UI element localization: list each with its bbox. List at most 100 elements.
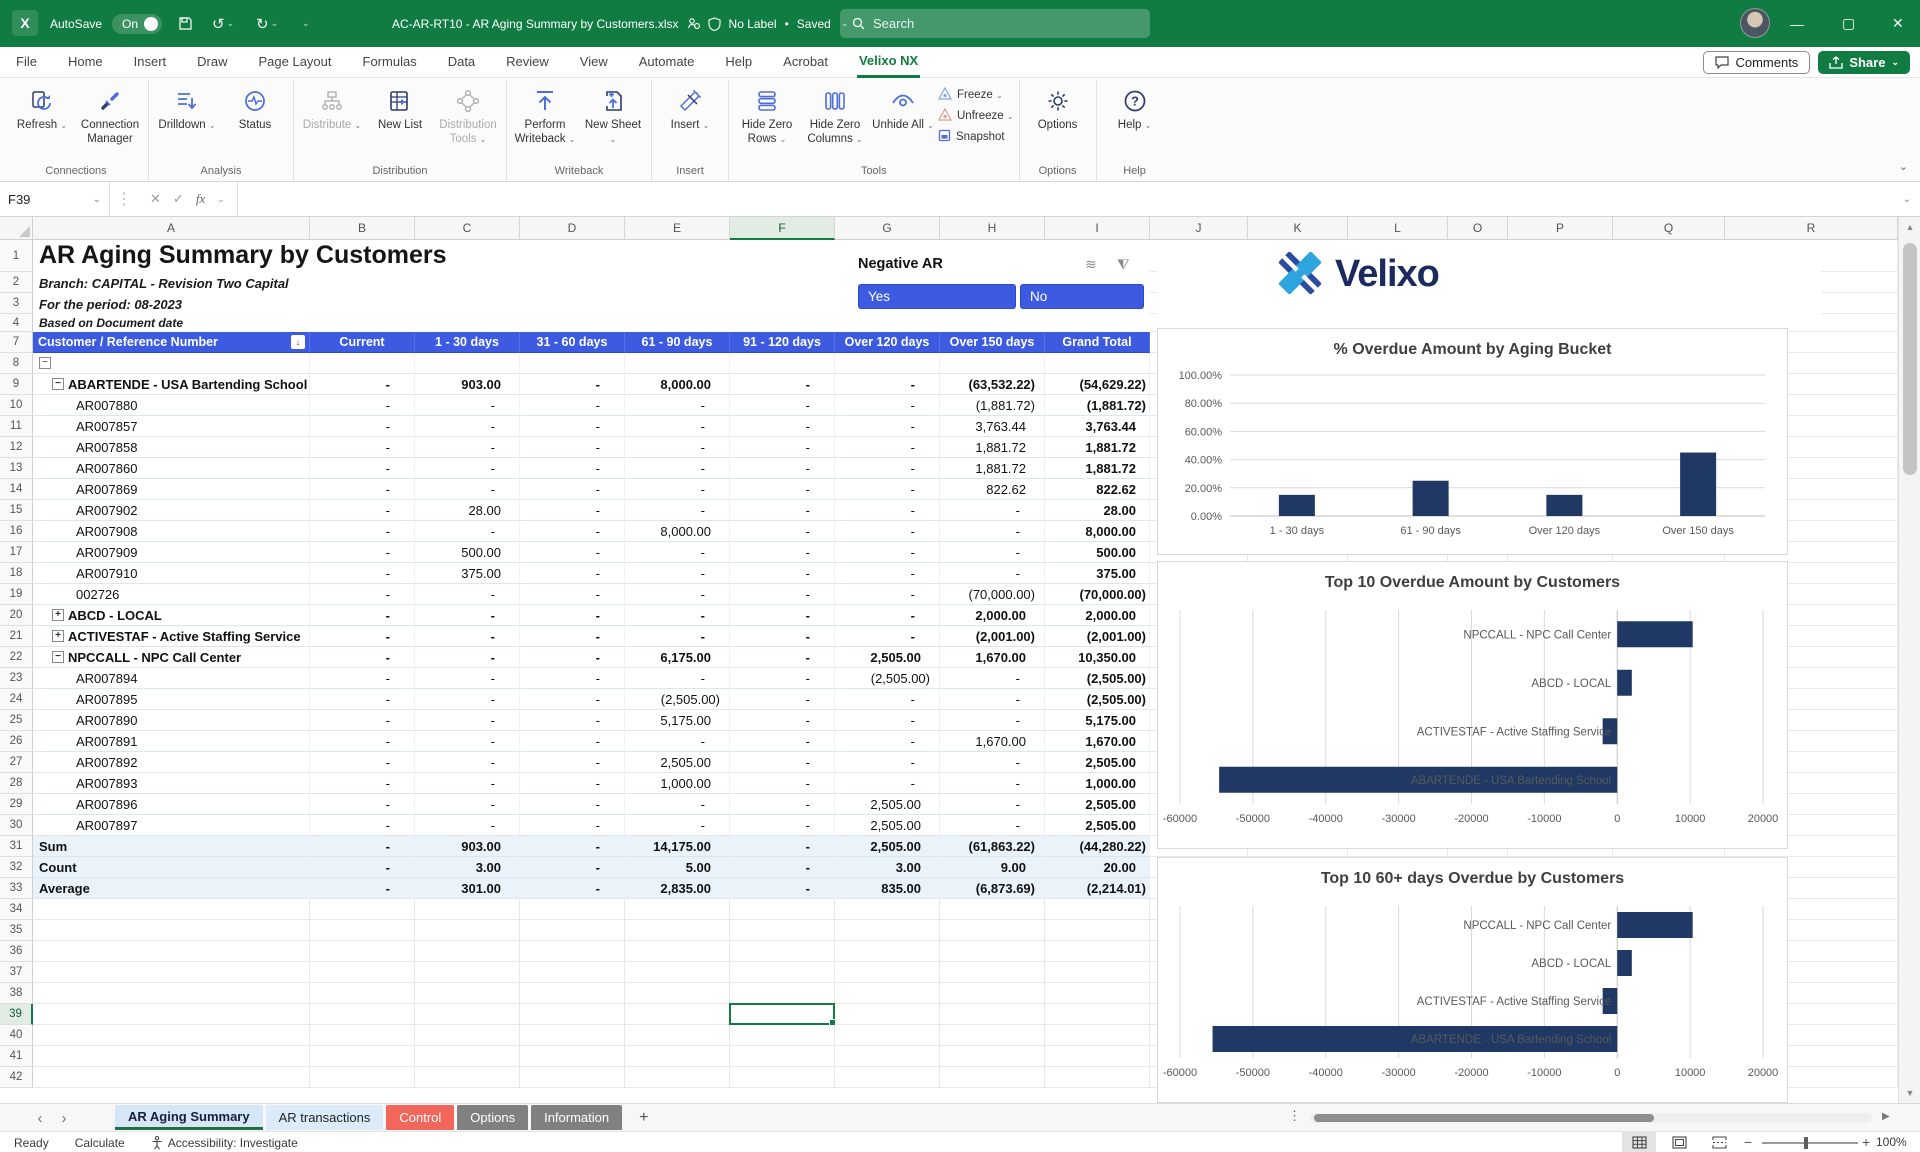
insert-button[interactable]: Insert ⌄ xyxy=(657,80,723,133)
table-row-9[interactable]: −ABARTENDE - USA Bartending School-903.0… xyxy=(33,374,1150,395)
table-row-20[interactable]: +ABCD - LOCAL------2,000.002,000.00 xyxy=(33,605,1150,626)
grid-cell[interactable] xyxy=(310,1067,415,1088)
grid-cell[interactable] xyxy=(730,1046,835,1067)
table-row-28[interactable]: AR007893---1,000.00---1,000.00 xyxy=(33,773,1150,794)
sheet-tab-information[interactable]: Information xyxy=(531,1105,622,1130)
row-header-8[interactable]: 8 xyxy=(0,353,33,374)
column-header-D[interactable]: D xyxy=(520,217,625,240)
row-header-26[interactable]: 26 xyxy=(0,731,33,752)
table-row-32[interactable]: Count-3.00-5.00-3.009.0020.00 xyxy=(33,857,1150,878)
column-header-P[interactable]: P xyxy=(1508,217,1613,240)
grid-cell[interactable] xyxy=(625,1004,730,1025)
grid-cell[interactable] xyxy=(625,899,730,920)
grid-cell[interactable] xyxy=(520,1046,625,1067)
name-box[interactable]: F39 ⌄ xyxy=(0,182,110,216)
zoom-slider-thumb[interactable] xyxy=(1804,1137,1808,1149)
grid-cell[interactable] xyxy=(520,1025,625,1046)
grid-cell[interactable] xyxy=(730,983,835,1004)
options-button[interactable]: Options xyxy=(1025,80,1091,133)
row-header-18[interactable]: 18 xyxy=(0,563,33,584)
row-header-24[interactable]: 24 xyxy=(0,689,33,710)
grid-cell[interactable] xyxy=(625,1025,730,1046)
insert-function-button[interactable]: fx xyxy=(196,191,205,207)
row-header-17[interactable]: 17 xyxy=(0,542,33,563)
grid-cell[interactable] xyxy=(1045,899,1150,920)
grid-cell[interactable] xyxy=(835,1046,940,1067)
row-header-19[interactable]: 19 xyxy=(0,584,33,605)
formula-input[interactable] xyxy=(238,182,1894,216)
save-button[interactable] xyxy=(178,0,193,47)
table-header-col[interactable]: 1 - 30 days xyxy=(415,332,520,353)
zoom-level[interactable]: 100% xyxy=(1876,1135,1907,1149)
grid-cell[interactable] xyxy=(625,962,730,983)
row-header-14[interactable]: 14 xyxy=(0,479,33,500)
refresh-button[interactable]: Refresh ⌄ xyxy=(9,80,75,133)
grid-cell[interactable] xyxy=(835,920,940,941)
table-row-8[interactable]: − xyxy=(33,353,1150,374)
row-header-36[interactable]: 36 xyxy=(0,941,33,962)
grid-cell[interactable] xyxy=(415,1025,520,1046)
row-header-40[interactable]: 40 xyxy=(0,1025,33,1046)
ribbon-tab-page-layout[interactable]: Page Layout xyxy=(257,48,334,76)
column-header-O[interactable]: O xyxy=(1448,217,1508,240)
grid-cell[interactable] xyxy=(310,1025,415,1046)
row-header-38[interactable]: 38 xyxy=(0,983,33,1004)
accessibility-status[interactable]: Accessibility: Investigate xyxy=(151,1136,298,1150)
table-header-col[interactable]: 61 - 90 days xyxy=(625,332,730,353)
grid-cell[interactable] xyxy=(1045,941,1150,962)
table-row-25[interactable]: AR007890---5,175.00---5,175.00 xyxy=(33,710,1150,731)
ribbon-tab-velixo-nx[interactable]: Velixo NX xyxy=(857,47,920,78)
table-row-15[interactable]: AR007902-28.00-----28.00 xyxy=(33,500,1150,521)
grid-cell[interactable] xyxy=(310,899,415,920)
grid-cell[interactable] xyxy=(625,983,730,1004)
grid-cell[interactable] xyxy=(415,983,520,1004)
table-row-23[interactable]: AR007894-----(2,505.00)-(2,505.00) xyxy=(33,668,1150,689)
grid-cell[interactable] xyxy=(625,941,730,962)
grid-cell[interactable] xyxy=(33,983,310,1004)
cancel-formula-button[interactable]: ✕ xyxy=(150,191,161,207)
quick-access-menu[interactable]: ⌄ xyxy=(300,0,310,47)
grid-cell[interactable] xyxy=(730,1025,835,1046)
row-header-35[interactable]: 35 xyxy=(0,920,33,941)
undo-button[interactable]: ↺⌄ xyxy=(212,0,234,47)
permissions-icon[interactable] xyxy=(687,17,700,30)
row-header-31[interactable]: 31 xyxy=(0,836,33,857)
grid-cell[interactable] xyxy=(415,1004,520,1025)
grid-cell[interactable] xyxy=(1045,1046,1150,1067)
user-avatar[interactable] xyxy=(1740,8,1770,38)
grid-cell[interactable] xyxy=(33,1004,310,1025)
maximize-button[interactable]: ▢ xyxy=(1842,0,1862,47)
hide-zero-rows-button[interactable]: Hide Zero Rows ⌄ xyxy=(734,80,800,146)
grid-cell[interactable] xyxy=(310,941,415,962)
grid-cell[interactable] xyxy=(33,941,310,962)
unfreeze-button[interactable]: Unfreeze ⌄ xyxy=(938,108,1014,124)
checklist-icon[interactable]: ≋ xyxy=(1085,256,1097,273)
grid-cell[interactable] xyxy=(1045,962,1150,983)
table-row-21[interactable]: +ACTIVESTAF - Active Staffing Service---… xyxy=(33,626,1150,647)
outline-toggle[interactable]: − xyxy=(52,651,64,663)
chart-2[interactable]: Top 10 Overdue Amount by Customers-60000… xyxy=(1157,561,1788,849)
row-header-41[interactable]: 41 xyxy=(0,1046,33,1067)
table-header-col[interactable]: Grand Total xyxy=(1045,332,1150,353)
horizontal-scrollbar[interactable] xyxy=(1310,1113,1872,1123)
table-row-22[interactable]: −NPCCALL - NPC Call Center---6,175.00-2,… xyxy=(33,647,1150,668)
row-header-27[interactable]: 27 xyxy=(0,752,33,773)
horizontal-scroll-thumb[interactable] xyxy=(1314,1114,1654,1122)
row-header-30[interactable]: 30 xyxy=(0,815,33,836)
row-header-13[interactable]: 13 xyxy=(0,458,33,479)
excel-app-icon[interactable]: X xyxy=(12,10,38,36)
vertical-scrollbar[interactable]: ▲ ▼ xyxy=(1898,217,1920,1103)
document-title[interactable]: AC-AR-RT10 - AR Aging Summary by Custome… xyxy=(392,17,679,31)
row-header-1[interactable]: 1 xyxy=(0,240,33,272)
grid-cell[interactable] xyxy=(940,962,1045,983)
close-button[interactable]: ✕ xyxy=(1892,0,1912,47)
snapshot-button[interactable]: Snapshot xyxy=(938,129,1014,145)
chart-1[interactable]: % Overdue Amount by Aging Bucket0.00%20.… xyxy=(1157,328,1788,555)
redo-button[interactable]: ↻⌄ xyxy=(256,0,278,47)
active-cell-selection[interactable] xyxy=(729,1003,835,1025)
column-header-H[interactable]: H xyxy=(940,217,1045,240)
sheet-tab-ar-transactions[interactable]: AR transactions xyxy=(266,1105,384,1130)
grid-cell[interactable] xyxy=(33,1067,310,1088)
grid-cell[interactable] xyxy=(730,941,835,962)
zoom-out-button[interactable]: − xyxy=(1744,1134,1752,1150)
